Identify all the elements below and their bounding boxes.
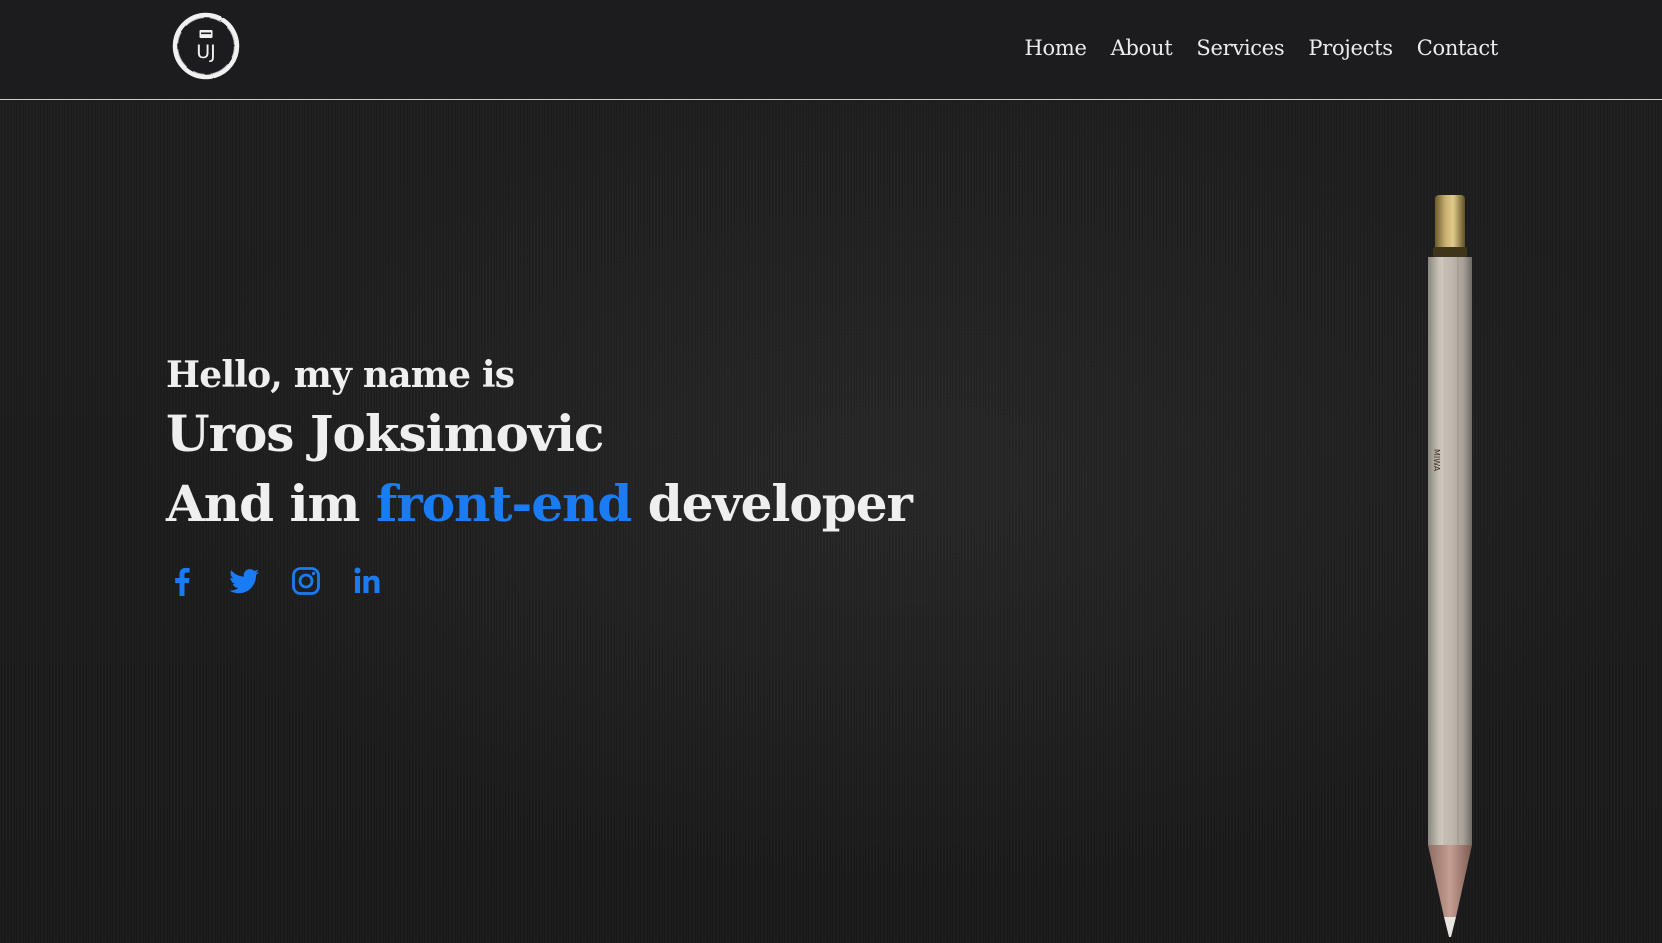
facebook-icon xyxy=(175,567,190,596)
hero-name: Uros Joksimovic xyxy=(166,404,604,463)
nav-link-projects[interactable]: Projects xyxy=(1296,30,1404,66)
logo-link[interactable]: UJ xyxy=(170,10,242,82)
hero-intro: Hello, my name is Uros Joksimovic And im… xyxy=(166,351,913,597)
twitter-icon xyxy=(229,569,259,594)
nav-link-about[interactable]: About xyxy=(1099,30,1185,66)
uj-monogram-logo-icon: UJ xyxy=(172,12,240,80)
facebook-link[interactable] xyxy=(166,565,198,597)
page: UJ Home About Services Projects Contact … xyxy=(0,0,1662,943)
nav-link-home[interactable]: Home xyxy=(1013,30,1099,66)
pencil-image: MIWA xyxy=(1418,189,1482,937)
twitter-link[interactable] xyxy=(228,565,260,597)
role-suffix: developer xyxy=(647,474,913,533)
hero-greeting: Hello, my name is xyxy=(166,354,515,396)
instagram-link[interactable] xyxy=(290,565,322,597)
navbar: UJ Home About Services Projects Contact xyxy=(0,0,1662,100)
nav-menu: Home About Services Projects Contact xyxy=(1013,30,1499,66)
pencil-imprint: MIWA xyxy=(1432,449,1441,472)
role-prefix: And im xyxy=(166,474,360,533)
hero-section: Hello, my name is Uros Joksimovic And im… xyxy=(0,101,1662,943)
linkedin-link[interactable] xyxy=(352,565,384,597)
social-links xyxy=(166,565,912,597)
nav-link-contact[interactable]: Contact xyxy=(1405,30,1499,66)
instagram-icon xyxy=(292,567,320,595)
hero-role: And im front-end developer xyxy=(166,469,913,539)
linkedin-icon xyxy=(354,567,380,593)
role-highlight: front-end xyxy=(375,474,633,533)
nav-link-services[interactable]: Services xyxy=(1184,30,1296,66)
logo-text: UJ xyxy=(196,41,216,63)
